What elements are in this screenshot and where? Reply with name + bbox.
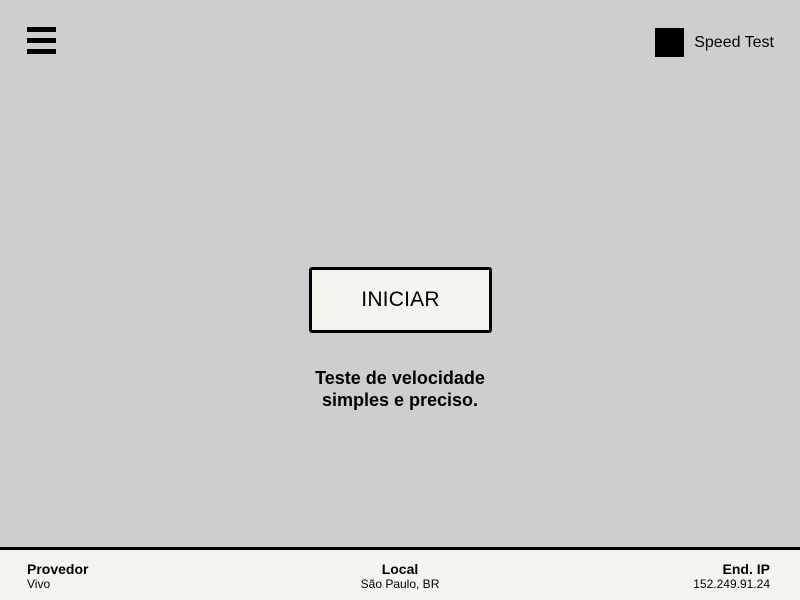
tagline-line-1: Teste de velocidade xyxy=(315,368,485,388)
ip-info: End. IP 152.249.91.24 xyxy=(693,561,770,592)
brand-logo-icon xyxy=(655,28,685,57)
hamburger-menu-icon[interactable] xyxy=(27,27,56,54)
provider-value: Vivo xyxy=(27,577,51,591)
menu-bar-line xyxy=(27,27,56,32)
location-info: Local São Paulo, BR xyxy=(300,561,500,592)
tagline: Teste de velocidade simples e preciso. xyxy=(250,367,550,411)
location-value: São Paulo, BR xyxy=(360,577,440,591)
brand: Speed Test xyxy=(655,28,774,57)
speed-test-screen: Speed Test INICIAR Teste de velocidade s… xyxy=(0,0,800,600)
location-label: Local xyxy=(381,561,419,577)
provider-info: Provedor Vivo xyxy=(27,561,88,592)
tagline-line-2: simples e preciso. xyxy=(321,390,479,410)
start-test-button[interactable]: INICIAR xyxy=(309,267,492,333)
provider-label: Provedor xyxy=(27,561,89,577)
ip-value: 152.249.91.24 xyxy=(693,577,770,591)
ip-label: End. IP xyxy=(722,561,770,577)
menu-bar-line xyxy=(27,38,56,43)
connection-info-footer: Provedor Vivo Local São Paulo, BR End. I… xyxy=(0,547,800,600)
app-title: Speed Test xyxy=(694,33,774,51)
menu-bar-line xyxy=(27,49,56,54)
